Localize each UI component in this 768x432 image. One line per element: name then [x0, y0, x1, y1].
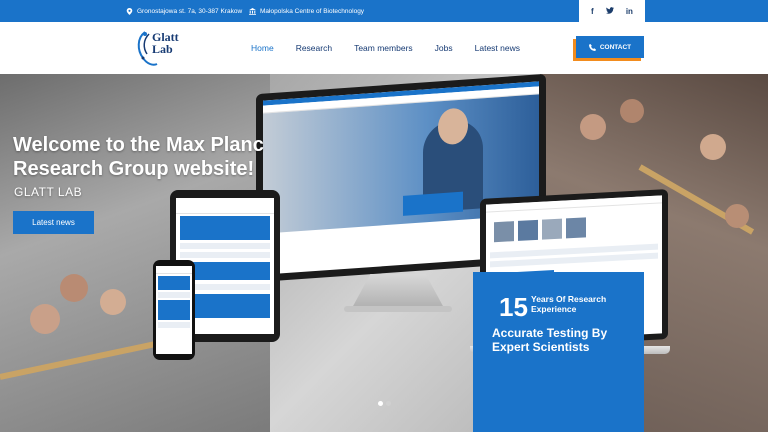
person-shape [60, 274, 88, 302]
hero-subtitle: GLATT LAB [14, 185, 83, 199]
person-shape [580, 114, 606, 140]
monitor-stand [352, 274, 444, 308]
building-icon [249, 7, 256, 15]
hero-title-line-1: Welcome to the Max Planc [13, 134, 264, 156]
logo-line-2: Lab [152, 42, 173, 56]
location-pin-icon [126, 7, 133, 15]
twitter-icon[interactable] [605, 6, 614, 16]
main-nav: Home Research Team members Jobs Latest n… [240, 22, 531, 74]
phone-icon [588, 43, 596, 51]
person-shape [725, 204, 749, 228]
nav-home[interactable]: Home [240, 43, 285, 53]
slider-dot-2[interactable] [386, 401, 391, 406]
nav-latest-news[interactable]: Latest news [464, 43, 531, 53]
monitor-base [344, 306, 452, 312]
person-shape [700, 134, 726, 160]
top-info-bar: Gronostajowa st. 7a, 30-387 Krakow Małop… [0, 0, 768, 22]
hero-title-line-2: Research Group website! [13, 158, 255, 180]
slider-dot-1[interactable] [378, 401, 383, 406]
years-label: Years Of Research Experience [531, 294, 607, 314]
nav-jobs[interactable]: Jobs [424, 43, 464, 53]
hero-title: Welcome to the Max Planc Research Group … [13, 133, 283, 181]
stats-tagline: Accurate Testing By Expert Scientists [492, 326, 608, 354]
contact-label: CONTACT [599, 43, 632, 51]
phone-screen [156, 266, 192, 354]
nav-team-members[interactable]: Team members [343, 43, 424, 53]
person-shape [30, 304, 60, 334]
nav-research[interactable]: Research [285, 43, 343, 53]
centre-text: Małopolska Centre of Biotechnology [260, 7, 365, 15]
hero-slider: Welcome to the Max Planc Research Group … [0, 74, 768, 432]
logo-text[interactable]: Glatt Lab [152, 31, 179, 55]
contact-button[interactable]: CONTACT [576, 36, 644, 58]
phone-mockup [153, 260, 195, 360]
experience-stats-box: 15 Years Of Research Experience Accurate… [473, 272, 644, 432]
person-shape [100, 289, 126, 315]
facebook-icon[interactable]: f [591, 7, 594, 16]
social-links: f in [579, 0, 645, 22]
address-text: Gronostajowa st. 7a, 30-387 Krakow [137, 7, 243, 15]
site-header: Glatt Lab Home Research Team members Job… [0, 22, 768, 74]
latest-news-button[interactable]: Latest news [13, 211, 94, 234]
centre-info: Małopolska Centre of Biotechnology [249, 0, 364, 22]
person-shape [620, 99, 644, 123]
linkedin-icon[interactable]: in [626, 7, 633, 16]
years-number: 15 [499, 292, 528, 322]
address-info: Gronostajowa st. 7a, 30-387 Krakow [126, 0, 242, 22]
